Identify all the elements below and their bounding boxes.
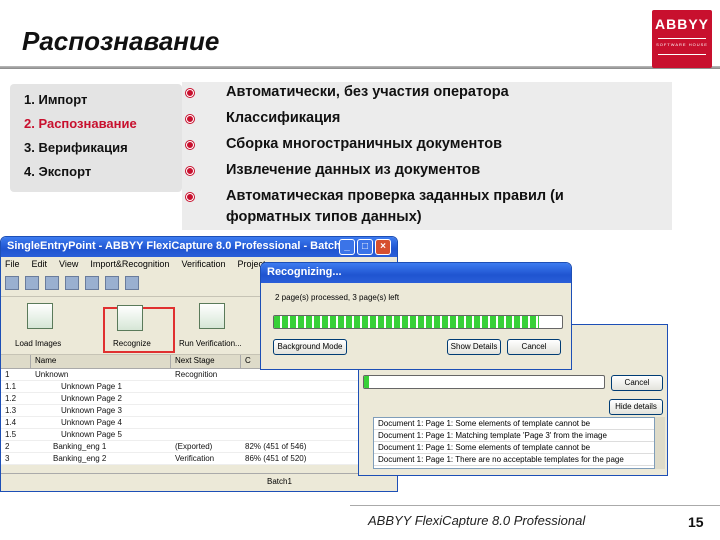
save-icon[interactable] <box>25 276 39 290</box>
details-progress-bar <box>363 375 605 389</box>
menu-import-recognition[interactable]: Import&Recognition <box>90 259 169 271</box>
step-recognition: 2. Распознавание <box>24 116 137 131</box>
log-entry: Document 1: Page 1: Some elements of tem… <box>374 418 654 430</box>
bullet-item: Сборка многостраничных документов <box>226 136 502 152</box>
main-window-title: SingleEntryPoint - ABBYY FlexiCapture 8.… <box>7 240 347 252</box>
status-bar: Batch1 <box>1 473 397 491</box>
footer-product-name: ABBYY FlexiCapture 8.0 Professional <box>368 513 586 528</box>
page-number: 15 <box>688 514 704 530</box>
menu-edit[interactable]: Edit <box>32 259 48 271</box>
table-row[interactable]: 1.5 Unknown Page 5 <box>1 429 397 441</box>
details-log-list[interactable]: Document 1: Page 1: Some elements of tem… <box>373 417 655 469</box>
logo-divider <box>658 38 706 39</box>
details-progress-fill <box>364 376 369 388</box>
table-row[interactable]: 3 Banking_eng 2 Verification 86% (451 of 52… <box>1 453 397 465</box>
table-row[interactable]: 1.1 Unknown Page 1 <box>1 381 397 393</box>
log-entry: Document 1: Page 1: Matching template 'P… <box>374 430 654 442</box>
logo-name: ABBYY <box>654 16 709 32</box>
properties-icon[interactable] <box>125 276 139 290</box>
minimize-icon[interactable]: _ <box>339 239 355 255</box>
cancel-button[interactable]: Cancel <box>611 375 663 391</box>
step-import: 1. Импорт <box>24 92 88 107</box>
logo-tagline: SOFTWARE HOUSE <box>656 42 708 47</box>
bullet-item: Извлечение данных из документов <box>226 162 481 178</box>
logo-divider-bottom <box>658 54 706 55</box>
feature-bullets: Автоматически, без участия оператора Кла… <box>182 82 672 230</box>
footer-divider <box>350 505 720 506</box>
bullet-icon <box>186 167 194 175</box>
cancel-recognition-button[interactable]: Cancel <box>507 339 561 355</box>
bullet-icon <box>186 115 194 123</box>
run-verification-button[interactable]: Run Verification... <box>179 339 242 348</box>
hide-details-button[interactable]: Hide details <box>609 399 663 415</box>
step-verification: 3. Верификация <box>24 140 128 155</box>
menu-file[interactable]: File <box>5 259 20 271</box>
bullet-item: Автоматически, без участия оператора <box>226 84 509 100</box>
copy-icon[interactable] <box>65 276 79 290</box>
column-next-stage[interactable]: Next Stage <box>171 355 241 368</box>
load-images-button[interactable]: Load Images <box>15 339 61 348</box>
log-entry: Document 1: Page 1: There are no accepta… <box>374 454 654 466</box>
bullet-icon <box>186 193 194 201</box>
recognizing-dialog: Recognizing... 2 page(s) processed, 3 pa… <box>260 262 572 370</box>
open-icon[interactable] <box>5 276 19 290</box>
slide-title: Распознавание <box>22 26 220 56</box>
recognizing-message: 2 page(s) processed, 3 page(s) left <box>275 293 400 302</box>
cut-icon[interactable] <box>45 276 59 290</box>
bullet-item: Автоматическая проверка заданных правил … <box>226 188 564 204</box>
recognizing-progress-fill <box>274 316 539 328</box>
table-row[interactable]: 1.3 Unknown Page 3 <box>1 405 397 417</box>
title-divider <box>0 66 720 69</box>
close-icon[interactable]: × <box>375 239 391 255</box>
table-row[interactable]: 1 Unknown Recognition <box>1 369 397 381</box>
recognize-icon[interactable] <box>117 305 143 331</box>
bullet-item: Классификация <box>226 110 341 126</box>
menu-verification[interactable]: Verification <box>181 259 225 271</box>
recognizing-title: Recognizing... <box>267 266 342 278</box>
load-images-icon[interactable] <box>27 303 53 329</box>
bullet-icon <box>186 141 194 149</box>
maximize-icon[interactable]: □ <box>357 239 373 255</box>
column-name[interactable]: Name <box>31 355 171 368</box>
workflow-steps-panel: 1. Импорт 2. Распознавание 3. Верификаци… <box>10 84 182 192</box>
table-row[interactable]: 1.2 Unknown Page 2 <box>1 393 397 405</box>
paste-icon[interactable] <box>85 276 99 290</box>
recognizing-titlebar: Recognizing... <box>261 263 571 283</box>
delete-icon[interactable] <box>105 276 119 290</box>
main-window-titlebar: SingleEntryPoint - ABBYY FlexiCapture 8.… <box>1 237 397 257</box>
recognize-button[interactable]: Recognize <box>113 339 151 348</box>
run-verification-icon[interactable] <box>199 303 225 329</box>
bullet-item-continued: форматных типов данных) <box>226 209 422 225</box>
menu-view[interactable]: View <box>59 259 78 271</box>
background-mode-button[interactable]: Background Mode <box>273 339 347 355</box>
abbyy-logo: ABBYY SOFTWARE HOUSE <box>652 10 712 68</box>
recognizing-progress-bar <box>273 315 563 329</box>
step-export: 4. Экспорт <box>24 164 92 179</box>
table-row[interactable]: 1.4 Unknown Page 4 <box>1 417 397 429</box>
log-scrollbar[interactable] <box>655 417 665 469</box>
table-row[interactable]: 2 Banking_eng 1 (Exported) 82% (451 of 546) <box>1 441 397 453</box>
show-details-button[interactable]: Show Details <box>447 339 501 355</box>
log-entry: Document 1: Page 1: Some elements of tem… <box>374 442 654 454</box>
status-batch-name: Batch1 <box>267 477 292 486</box>
column-id[interactable] <box>1 355 31 368</box>
bullet-icon <box>186 89 194 97</box>
